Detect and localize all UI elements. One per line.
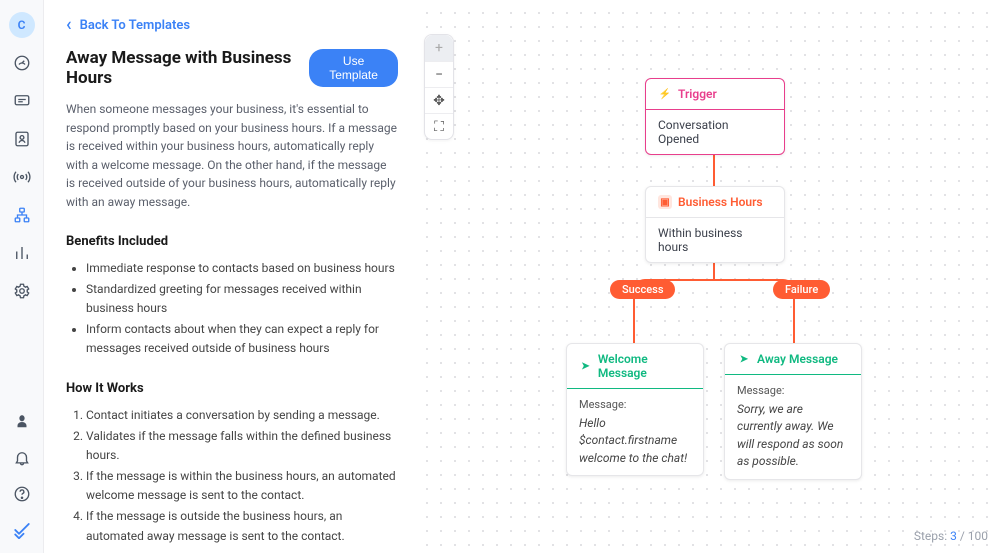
list-item: Immediate response to contacts based on …	[86, 259, 398, 278]
messages-icon[interactable]	[12, 92, 32, 110]
workflows-icon[interactable]	[12, 206, 32, 224]
broadcast-icon[interactable]	[12, 168, 32, 186]
list-item: Inform contacts about when they can expe…	[86, 320, 398, 358]
connector-line	[633, 293, 635, 343]
message-label: Message:	[579, 397, 691, 413]
zoom-in-button[interactable]: +	[425, 35, 453, 61]
node-trigger[interactable]: ⚡ Trigger Conversation Opened	[645, 78, 785, 155]
benefits-heading: Benefits Included	[66, 234, 398, 249]
message-label: Message:	[737, 383, 849, 399]
fullscreen-button[interactable]: ⛶	[425, 113, 453, 139]
send-icon: ➤	[737, 352, 751, 366]
benefits-list: Immediate response to contacts based on …	[66, 259, 398, 359]
branch-success-label: Success	[610, 280, 675, 299]
list-item: If the message is outside the business h…	[86, 507, 398, 545]
branch-failure-label: Failure	[773, 280, 830, 299]
page-title: Away Message with Business Hours	[66, 48, 295, 88]
steps-counter: Steps: 3 / 100	[914, 529, 988, 543]
node-title: Away Message	[757, 352, 838, 366]
back-label: Back To Templates	[80, 18, 190, 33]
list-item: Validates if the message falls within th…	[86, 427, 398, 465]
node-away-message[interactable]: ➤ Away Message Message: Sorry, we are cur…	[724, 343, 862, 480]
reports-icon[interactable]	[12, 244, 32, 262]
brand-icon[interactable]	[12, 521, 32, 539]
list-item: If the message is within the business ho…	[86, 467, 398, 505]
list-item: Standardized greeting for messages recei…	[86, 280, 398, 318]
how-it-works-heading: How It Works	[66, 381, 398, 396]
help-icon[interactable]	[12, 485, 32, 503]
dashboard-icon[interactable]	[12, 54, 32, 72]
how-it-works-list: Contact initiates a conversation by send…	[66, 406, 398, 546]
zoom-out-button[interactable]: −	[425, 61, 453, 87]
chevron-left-icon: ‹	[66, 16, 72, 34]
contacts-icon[interactable]	[12, 130, 32, 148]
workflow-canvas[interactable]: + − ✥ ⛶ Success Failure ⚡ Trigger Convers…	[414, 0, 1000, 553]
use-template-button[interactable]: Use Template	[309, 49, 398, 87]
node-welcome-message[interactable]: ➤ Welcome Message Message: Hello $contact…	[566, 343, 704, 476]
template-panel: ‹ Back To Templates Away Message with Bu…	[44, 0, 414, 553]
send-icon: ➤	[579, 359, 592, 373]
lightning-icon: ⚡	[658, 87, 672, 101]
node-title: Trigger	[678, 87, 717, 101]
node-title: Business Hours	[678, 195, 763, 209]
back-to-templates-link[interactable]: ‹ Back To Templates	[66, 16, 398, 34]
message-value: Hello $contact.firstname welcome to the …	[579, 415, 691, 467]
canvas-toolbar: + − ✥ ⛶	[424, 34, 454, 140]
node-business-hours[interactable]: ▣ Business Hours Within business hours	[645, 186, 785, 263]
node-subtitle: Within business hours	[646, 218, 784, 262]
template-description: When someone messages your business, it'…	[66, 100, 398, 212]
app-sidebar: C	[0, 0, 44, 553]
connector-line	[793, 293, 795, 343]
node-subtitle: Conversation Opened	[646, 110, 784, 154]
profile-icon[interactable]	[12, 413, 32, 431]
node-title: Welcome Message	[598, 352, 691, 380]
message-value: Sorry, we are currently away. We will re…	[737, 401, 849, 471]
list-item: Contact initiates a conversation by send…	[86, 406, 398, 425]
settings-icon[interactable]	[12, 282, 32, 300]
avatar[interactable]: C	[9, 12, 35, 38]
recenter-button[interactable]: ✥	[425, 87, 453, 113]
notifications-icon[interactable]	[12, 449, 32, 467]
calendar-icon: ▣	[658, 195, 672, 209]
